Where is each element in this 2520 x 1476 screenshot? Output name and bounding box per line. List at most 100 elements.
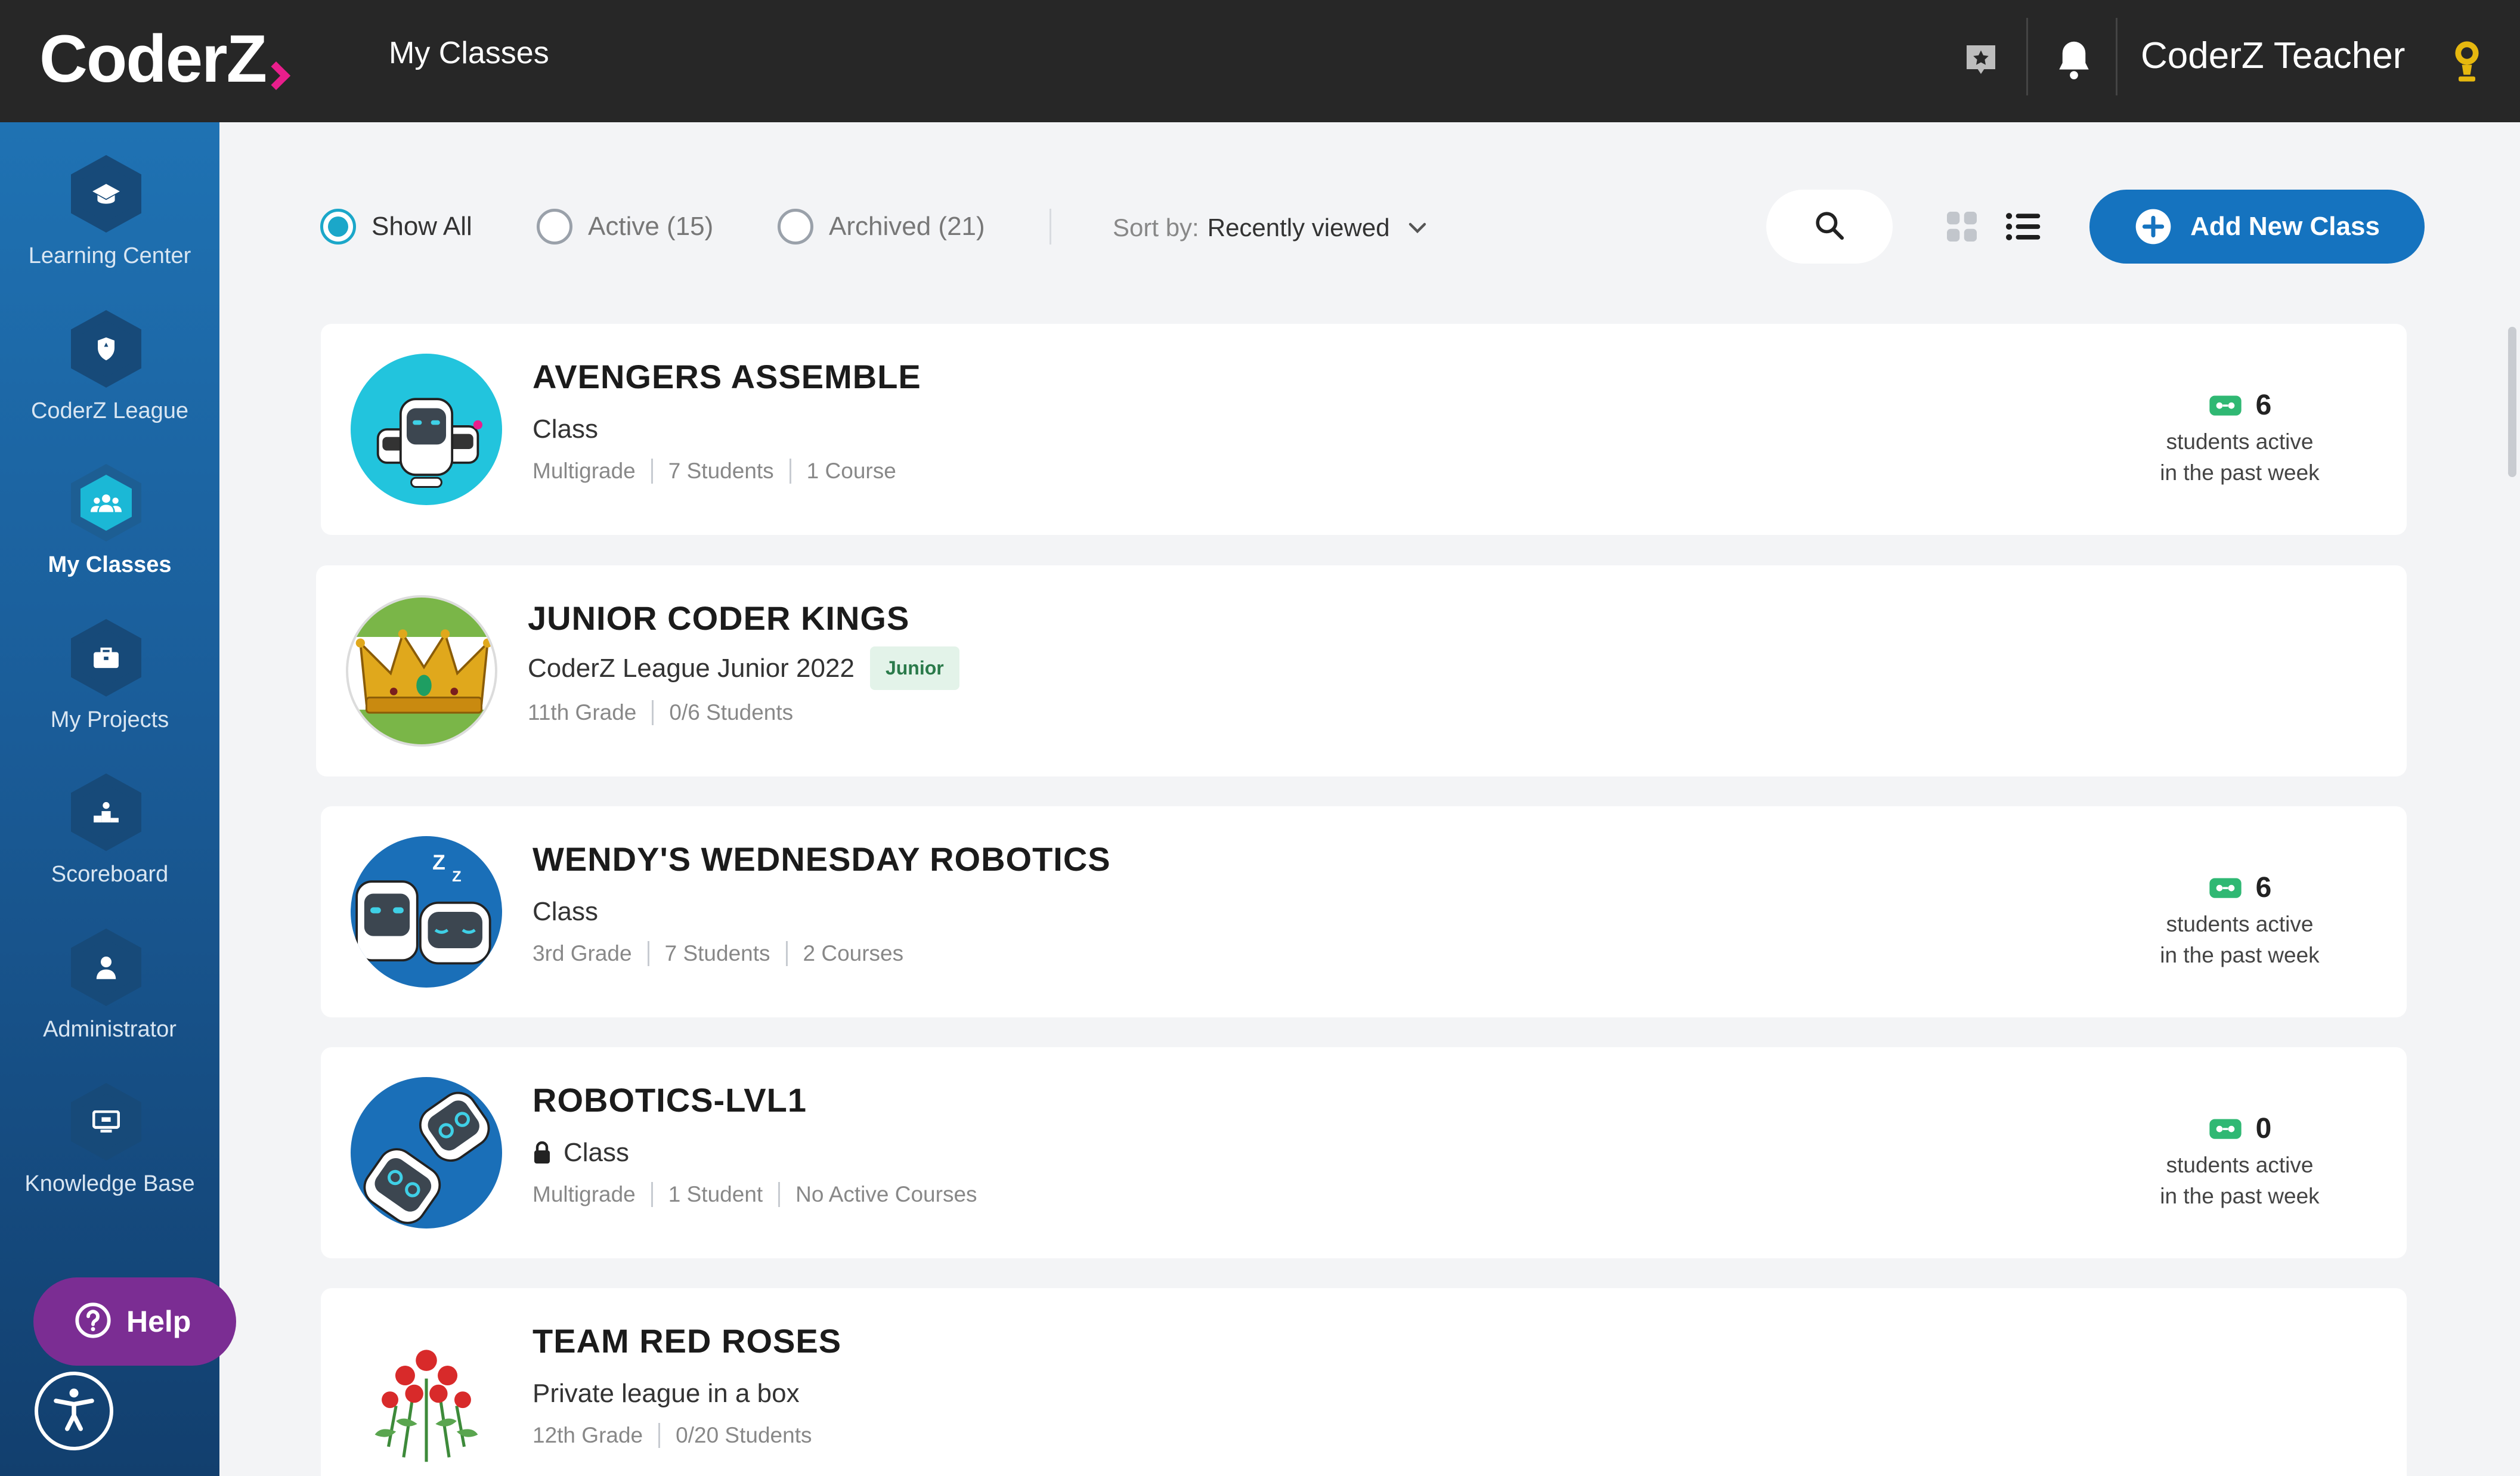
class-meta: 11th Grade 0/6 Students <box>528 700 793 725</box>
class-type: CoderZ League Junior 2022 Junior <box>528 646 959 690</box>
class-courses: 2 Courses <box>803 941 904 966</box>
sidebar-item-administrator[interactable]: Administrator <box>0 911 219 1060</box>
filter-active[interactable]: Active (15) <box>537 206 713 247</box>
active-count: 6 <box>2255 871 2272 903</box>
user-name[interactable]: CoderZ Teacher <box>2141 35 2405 78</box>
class-students: 7 Students <box>668 459 774 483</box>
class-card-junior-coder-kings[interactable]: JUNIOR CODER KINGS CoderZ League Junior … <box>316 565 2407 776</box>
class-avatar <box>346 595 497 747</box>
class-name[interactable]: WENDY'S WEDNESDAY ROBOTICS <box>533 840 1111 878</box>
person-icon <box>81 939 132 995</box>
filter-archived[interactable]: Archived (21) <box>778 206 985 247</box>
sidebar-item-learning-center[interactable]: Learning Center <box>0 137 219 286</box>
class-name[interactable]: JUNIOR CODER KINGS <box>528 599 909 638</box>
chevron-down-icon <box>1408 222 1427 234</box>
sidebar-item-label: Knowledge Base <box>24 1171 195 1196</box>
active-students-stat: 6 students active in the past week <box>2138 871 2341 971</box>
class-type: Class <box>533 897 598 927</box>
class-meta: Multigrade 1 Student No Active Courses <box>533 1182 977 1207</box>
page-title: My Classes <box>389 36 549 70</box>
sidebar-item-knowledge-base[interactable]: Knowledge Base <box>0 1065 219 1214</box>
logo-text: CoderZ <box>39 21 267 96</box>
help-button[interactable]: Help <box>33 1277 236 1366</box>
group-icon <box>81 475 132 531</box>
sort-dropdown[interactable]: Sort by: Recently viewed <box>1113 210 1427 246</box>
active-text-line-2: in the past week <box>2160 460 2320 485</box>
logo-chevron-icon <box>261 61 291 91</box>
grid-view-button[interactable] <box>1938 204 1986 252</box>
class-type-label: Private league in a box <box>533 1379 800 1408</box>
class-name[interactable]: AVENGERS ASSEMBLE <box>533 357 921 396</box>
plus-circle-icon <box>2134 208 2172 246</box>
sidebar-item-scoreboard[interactable]: Scoreboard <box>0 756 219 905</box>
class-avatar: Z Z <box>351 836 502 988</box>
class-card-robotics-lvl1[interactable]: ROBOTICS-LVL1 Class Multigrade 1 Student… <box>321 1047 2407 1258</box>
class-courses: 1 Course <box>806 459 896 483</box>
class-type-label: Class <box>564 1138 630 1167</box>
class-meta: Multigrade 7 Students 1 Course <box>533 459 896 484</box>
active-text-line-2: in the past week <box>2160 1184 2320 1208</box>
sidebar-item-label: Learning Center <box>28 243 191 268</box>
shield-icon <box>81 321 132 377</box>
scrollbar-track[interactable] <box>2502 122 2520 1476</box>
svg-text:Z: Z <box>452 868 462 885</box>
grid-icon <box>1944 209 1980 247</box>
class-avatar <box>351 354 502 505</box>
class-type-label: Class <box>533 897 599 926</box>
class-grade: 12th Grade <box>533 1423 643 1447</box>
trophy-icon[interactable] <box>2446 35 2488 88</box>
sidebar-item-my-classes[interactable]: My Classes <box>0 446 219 595</box>
class-type: Class <box>533 414 598 444</box>
svg-text:Z: Z <box>432 850 445 874</box>
sidebar-item-label: My Classes <box>48 552 172 577</box>
notifications-bell-icon[interactable] <box>2047 30 2101 89</box>
class-type: Class <box>533 1138 629 1168</box>
sidebar-item-my-projects[interactable]: My Projects <box>0 601 219 750</box>
sort-value: Recently viewed <box>1207 213 1390 242</box>
class-students: 7 Students <box>664 941 770 966</box>
class-type-label: Class <box>533 414 599 444</box>
class-grade: Multigrade <box>533 459 636 483</box>
active-students-stat: 6 students active in the past week <box>2138 388 2341 488</box>
class-card-team-red-roses[interactable]: TEAM RED ROSES Private league in a box 1… <box>321 1288 2407 1476</box>
search-icon <box>1813 209 1846 245</box>
monitor-icon <box>81 1094 132 1150</box>
accessibility-icon <box>47 1383 101 1440</box>
divider <box>2116 18 2117 95</box>
list-icon <box>2004 210 2041 246</box>
search-button[interactable] <box>1766 190 1893 264</box>
feedback-icon[interactable] <box>1954 32 2008 87</box>
class-type-label: CoderZ League Junior 2022 <box>528 653 855 683</box>
top-bar: CoderZ My Classes CoderZ Teacher <box>0 0 2520 122</box>
class-type: Private league in a box <box>533 1379 800 1409</box>
sidebar-item-label: Administrator <box>43 1017 177 1042</box>
add-new-class-label: Add New Class <box>2190 212 2380 241</box>
accessibility-button[interactable] <box>35 1372 113 1450</box>
divider <box>2026 18 2028 95</box>
class-card-avengers-assemble[interactable]: AVENGERS ASSEMBLE Class Multigrade 7 Stu… <box>321 324 2407 535</box>
robot-icon <box>2208 875 2243 899</box>
active-count: 6 <box>2255 389 2272 421</box>
list-view-button[interactable] <box>1999 204 2047 252</box>
robot-icon <box>2208 393 2243 417</box>
class-grade: Multigrade <box>533 1182 636 1206</box>
radio-button <box>537 209 572 245</box>
sidebar-item-label: Scoreboard <box>51 862 169 887</box>
class-meta: 3rd Grade 7 Students 2 Courses <box>533 941 903 966</box>
filter-label: Archived (21) <box>829 212 985 241</box>
coderz-logo[interactable]: CoderZ <box>39 21 291 96</box>
active-text-line-1: students active <box>2166 912 2314 936</box>
class-avatar <box>351 1077 502 1229</box>
active-text-line-1: students active <box>2166 1153 2314 1177</box>
filter-show-all[interactable]: Show All <box>320 206 472 247</box>
add-new-class-button[interactable]: Add New Class <box>2089 190 2425 264</box>
class-name[interactable]: TEAM RED ROSES <box>533 1322 841 1360</box>
scrollbar-thumb[interactable] <box>2508 327 2516 477</box>
divider <box>1050 209 1051 245</box>
class-card-wendys-wednesday-robotics[interactable]: Z Z WENDY'S WEDNESDAY ROBOTICS Class 3rd… <box>321 806 2407 1017</box>
class-grade: 3rd Grade <box>533 941 632 966</box>
sidebar-item-coderz-league[interactable]: CoderZ League <box>0 292 219 441</box>
class-name[interactable]: ROBOTICS-LVL1 <box>533 1081 807 1119</box>
radio-button <box>778 209 813 245</box>
briefcase-icon <box>81 630 132 686</box>
